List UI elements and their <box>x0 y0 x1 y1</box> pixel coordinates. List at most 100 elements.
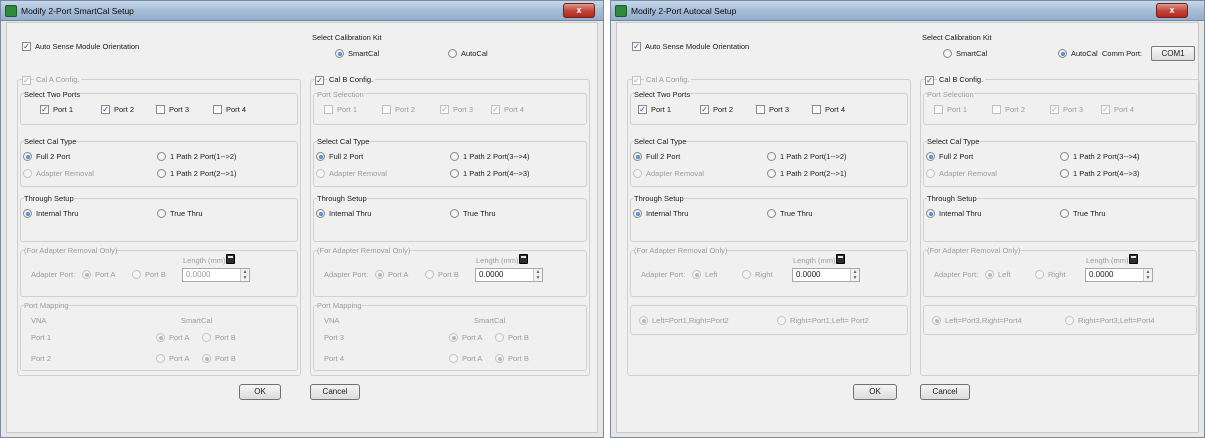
calculator-icon[interactable] <box>1129 254 1138 264</box>
adapter-port-a-radio[interactable] <box>375 270 384 279</box>
adapter-removal-title: (For Adapter Removal Only) <box>24 246 118 256</box>
close-button[interactable]: x <box>563 3 595 18</box>
auto-sense-checkbox[interactable]: ✓ <box>632 42 641 51</box>
one-path-forward-radio[interactable] <box>1060 152 1069 161</box>
one-path-reverse-radio[interactable] <box>767 169 776 178</box>
calculator-icon[interactable] <box>519 254 528 264</box>
one-path-forward-radio[interactable] <box>767 152 776 161</box>
true-thru-radio[interactable] <box>1060 209 1069 218</box>
length-input[interactable]: 0.0000 ▲ ▼ <box>182 268 250 282</box>
orient-left-radio[interactable] <box>639 316 648 325</box>
cal-b-checkbox[interactable]: ✓ <box>315 76 324 85</box>
spin-arrows-icon[interactable]: ▲ ▼ <box>533 269 542 281</box>
true-thru-radio[interactable] <box>157 209 166 218</box>
mapping-port-4-a-radio[interactable] <box>449 354 458 363</box>
cal-a-checkbox[interactable]: ✓ <box>632 76 641 85</box>
port-3-checkbox[interactable]: ✓ <box>440 105 449 114</box>
autocal-radio[interactable] <box>1058 49 1067 58</box>
mapping-port-4-label: Port 4 <box>324 354 345 363</box>
port-1-checkbox[interactable] <box>934 105 943 114</box>
internal-thru-radio[interactable] <box>926 209 935 218</box>
full-2port-label: Full 2 Port <box>939 152 974 161</box>
true-thru-radio[interactable] <box>767 209 776 218</box>
mapping-port-4-b-label: Port B <box>508 354 529 363</box>
length-input[interactable]: 0.0000 ▲ ▼ <box>475 268 543 282</box>
auto-sense-checkbox[interactable]: ✓ <box>22 42 31 51</box>
adapter-removal-radio[interactable] <box>23 169 32 178</box>
smartcal-radio[interactable] <box>335 49 344 58</box>
mapping-port-3-a-radio[interactable] <box>449 333 458 342</box>
mapping-port-1-b-radio[interactable] <box>202 333 211 342</box>
port-3-checkbox[interactable] <box>156 105 165 114</box>
port-1-checkbox[interactable] <box>324 105 333 114</box>
port-2-checkbox[interactable]: ✓ <box>101 105 110 114</box>
one-path-reverse-radio[interactable] <box>1060 169 1069 178</box>
internal-thru-radio[interactable] <box>23 209 32 218</box>
port-2-checkbox[interactable]: ✓ <box>700 105 709 114</box>
ok-button[interactable]: OK <box>853 384 897 400</box>
cal-b-checkbox[interactable]: ✓ <box>925 76 934 85</box>
adapter-left-radio[interactable] <box>985 270 994 279</box>
orient-left-radio[interactable] <box>932 316 941 325</box>
length-label: Length (mm) <box>476 256 519 265</box>
true-thru-radio[interactable] <box>450 209 459 218</box>
one-path-forward-radio[interactable] <box>157 152 166 161</box>
calculator-icon[interactable] <box>226 254 235 264</box>
cancel-button[interactable]: Cancel <box>920 384 970 400</box>
mapping-port-2-b-radio[interactable] <box>202 354 211 363</box>
orient-right-radio[interactable] <box>777 316 786 325</box>
title-bar[interactable]: Modify 2-Port SmartCal Setup x <box>1 1 603 21</box>
cal-b-config-group: ✓ Cal B Config. Port Selection Port 1 Po… <box>920 75 1200 376</box>
internal-thru-radio[interactable] <box>633 209 642 218</box>
adapter-port-a-radio[interactable] <box>82 270 91 279</box>
adapter-removal-radio[interactable] <box>633 169 642 178</box>
autocal-radio[interactable] <box>448 49 457 58</box>
comm-port-button[interactable]: COM1 <box>1151 46 1195 61</box>
mapping-port-2-a-radio[interactable] <box>156 354 165 363</box>
port-4-checkbox[interactable]: ✓ <box>1101 105 1110 114</box>
adapter-port-b-radio[interactable] <box>132 270 141 279</box>
adapter-right-radio[interactable] <box>1035 270 1044 279</box>
port-4-checkbox[interactable] <box>213 105 222 114</box>
port-1-checkbox[interactable]: ✓ <box>638 105 647 114</box>
full-2port-radio[interactable] <box>926 152 935 161</box>
adapter-port-b-radio[interactable] <box>425 270 434 279</box>
one-path-forward-radio[interactable] <box>450 152 459 161</box>
mapping-port-3-b-radio[interactable] <box>495 333 504 342</box>
calculator-icon[interactable] <box>836 254 845 264</box>
port-2-checkbox[interactable] <box>992 105 1001 114</box>
title-bar[interactable]: Modify 2-Port Autocal Setup x <box>611 1 1204 21</box>
orient-right-radio[interactable] <box>1065 316 1074 325</box>
spin-arrows-icon[interactable]: ▲ ▼ <box>240 269 249 281</box>
full-2port-radio[interactable] <box>316 152 325 161</box>
port-4-checkbox[interactable]: ✓ <box>491 105 500 114</box>
port-1-checkbox[interactable]: ✓ <box>40 105 49 114</box>
internal-thru-radio[interactable] <box>316 209 325 218</box>
port-4-checkbox[interactable] <box>812 105 821 114</box>
adapter-left-radio[interactable] <box>692 270 701 279</box>
ok-button[interactable]: OK <box>239 384 281 400</box>
mapping-port-1-a-radio[interactable] <box>156 333 165 342</box>
mapping-port-4-b-radio[interactable] <box>495 354 504 363</box>
one-path-reverse-radio[interactable] <box>450 169 459 178</box>
length-input[interactable]: 0.0000 ▲ ▼ <box>1085 268 1153 282</box>
spin-arrows-icon[interactable]: ▲ ▼ <box>850 269 859 281</box>
one-path-reverse-radio[interactable] <box>157 169 166 178</box>
cal-a-checkbox[interactable]: ✓ <box>22 76 31 85</box>
port-2-checkbox[interactable] <box>382 105 391 114</box>
through-setup-group: Through Setup Internal Thru True Thru <box>20 194 298 242</box>
cancel-button[interactable]: Cancel <box>310 384 360 400</box>
full-2port-radio[interactable] <box>633 152 642 161</box>
adapter-removal-radio[interactable] <box>926 169 935 178</box>
adapter-removal-radio[interactable] <box>316 169 325 178</box>
port-3-checkbox[interactable]: ✓ <box>1050 105 1059 114</box>
port-3-checkbox[interactable] <box>756 105 765 114</box>
full-2port-label: Full 2 Port <box>329 152 364 161</box>
adapter-right-radio[interactable] <box>742 270 751 279</box>
full-2port-radio[interactable] <box>23 152 32 161</box>
close-button[interactable]: x <box>1156 3 1188 18</box>
length-input[interactable]: 0.0000 ▲ ▼ <box>792 268 860 282</box>
spin-arrows-icon[interactable]: ▲ ▼ <box>1143 269 1152 281</box>
smartcal-radio[interactable] <box>943 49 952 58</box>
length-label: Length (mm) <box>793 256 836 265</box>
